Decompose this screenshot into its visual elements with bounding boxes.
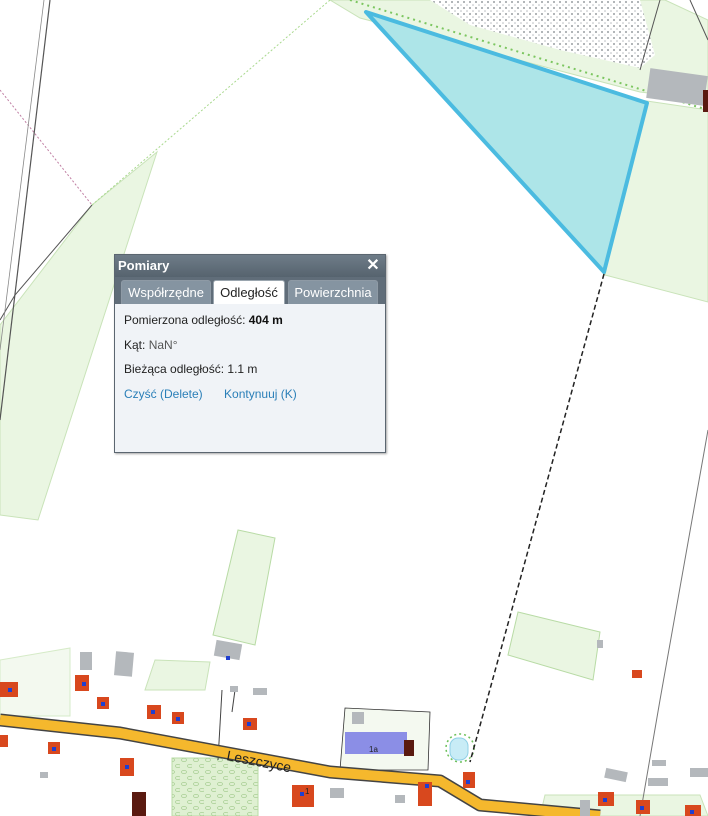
tab-coordinates[interactable]: Współrzędne — [121, 280, 211, 304]
tab-area[interactable]: Powierzchnia — [288, 280, 378, 304]
house-number-1a: 1a — [369, 745, 378, 754]
current-distance-value: 1.1 m — [227, 362, 258, 376]
current-distance-label: Bieżąca odległość: — [124, 362, 225, 376]
panel-title: Pomiary — [118, 258, 170, 273]
actions-row: Czyść (Delete) Kontynuuj (K) — [124, 386, 376, 411]
measured-distance-value: 404 m — [248, 313, 283, 327]
close-icon[interactable]: ✕ — [365, 255, 381, 277]
current-distance-row: Bieżąca odległość: 1.1 m — [124, 361, 376, 386]
panel-header[interactable]: Pomiary ✕ — [115, 255, 385, 277]
angle-label: Kąt: — [124, 337, 146, 352]
tab-bar: Współrzędne Odległość Powierzchnia — [115, 277, 385, 305]
measured-distance-row: Pomierzona odległość: 404 m — [124, 312, 376, 337]
panel-content: Pomierzona odległość: 404 m Kąt: NaN° Bi… — [115, 304, 385, 452]
clear-link[interactable]: Czyść (Delete) — [124, 387, 203, 401]
angle-row: Kąt: NaN° — [124, 337, 376, 362]
measurement-line — [469, 273, 605, 763]
tab-distance[interactable]: Odległość — [213, 280, 285, 305]
angle-value: NaN° — [148, 337, 178, 352]
measurement-panel: Pomiary ✕ Współrzędne Odległość Powierzc… — [114, 254, 386, 453]
house-number-1: 1 — [305, 787, 310, 796]
measured-distance-label: Pomierzona odległość: — [124, 313, 246, 327]
continue-link[interactable]: Kontynuuj (K) — [224, 387, 297, 401]
